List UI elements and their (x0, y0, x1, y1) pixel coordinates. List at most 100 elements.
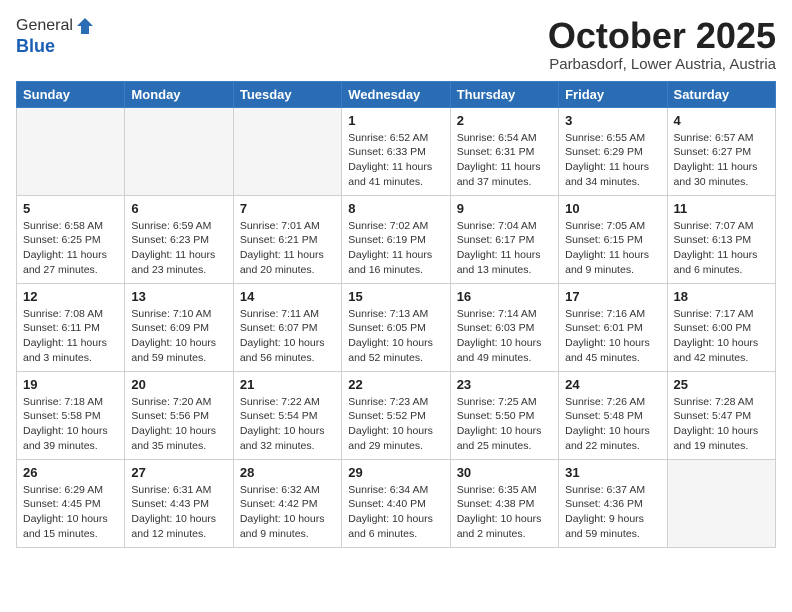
day-info: Sunrise: 7:08 AM Sunset: 6:11 PM Dayligh… (23, 307, 118, 366)
day-number: 12 (23, 289, 118, 304)
calendar-table: Sunday Monday Tuesday Wednesday Thursday… (16, 81, 776, 548)
day-cell-2-2: 14 Sunrise: 7:11 AM Sunset: 6:07 PM Dayli… (233, 283, 341, 371)
day-cell-3-5: 24Sunrise: 7:26 AM Sunset: 5:48 PM Dayli… (559, 371, 667, 459)
logo-icon (75, 16, 95, 36)
title-block: October 2025 Parbasdorf, Lower Austria, … (548, 16, 776, 73)
week-row-1: 1 Sunrise: 6:52 AM Sunset: 6:33 PM Daylig… (17, 107, 776, 195)
month-title: October 2025 (548, 16, 776, 56)
day-cell-1-5: 10Sunrise: 7:05 AM Sunset: 6:15 PM Dayli… (559, 195, 667, 283)
day-number: 21 (240, 377, 335, 392)
day-cell-3-4: 23Sunrise: 7:25 AM Sunset: 5:50 PM Dayli… (450, 371, 558, 459)
day-cell-1-1: 6 Sunrise: 6:59 AM Sunset: 6:23 PM Daylig… (125, 195, 233, 283)
day-info: Sunrise: 7:26 AM Sunset: 5:48 PM Dayligh… (565, 395, 660, 454)
logo: General Blue (16, 16, 95, 57)
day-number: 27 (131, 465, 226, 480)
day-info: Sunrise: 7:02 AM Sunset: 6:19 PM Dayligh… (348, 219, 443, 278)
day-number: 2 (457, 113, 552, 128)
day-info: Sunrise: 6:37 AM Sunset: 4:36 PM Dayligh… (565, 483, 660, 542)
day-number: 31 (565, 465, 660, 480)
day-cell-4-5: 31 Sunrise: 6:37 AM Sunset: 4:36 PM Dayli… (559, 459, 667, 547)
day-cell-4-0: 26 Sunrise: 6:29 AM Sunset: 4:45 PM Dayli… (17, 459, 125, 547)
day-info: Sunrise: 7:18 AM Sunset: 5:58 PM Dayligh… (23, 395, 118, 454)
day-cell-0-0 (17, 107, 125, 195)
day-cell-1-6: 11Sunrise: 7:07 AM Sunset: 6:13 PM Dayli… (667, 195, 775, 283)
day-info: Sunrise: 7:07 AM Sunset: 6:13 PM Dayligh… (674, 219, 769, 278)
logo-blue-text: Blue (16, 36, 55, 56)
day-cell-3-0: 19 Sunrise: 7:18 AM Sunset: 5:58 PM Dayli… (17, 371, 125, 459)
day-cell-3-3: 22Sunrise: 7:23 AM Sunset: 5:52 PM Dayli… (342, 371, 450, 459)
day-info: Sunrise: 7:22 AM Sunset: 5:54 PM Dayligh… (240, 395, 335, 454)
day-info: Sunrise: 6:31 AM Sunset: 4:43 PM Dayligh… (131, 483, 226, 542)
day-info: Sunrise: 7:10 AM Sunset: 6:09 PM Dayligh… (131, 307, 226, 366)
day-info: Sunrise: 6:32 AM Sunset: 4:42 PM Dayligh… (240, 483, 335, 542)
day-cell-0-3: 1 Sunrise: 6:52 AM Sunset: 6:33 PM Daylig… (342, 107, 450, 195)
header-wednesday: Wednesday (342, 81, 450, 107)
day-number: 5 (23, 201, 118, 216)
day-cell-4-3: 29Sunrise: 6:34 AM Sunset: 4:40 PM Dayli… (342, 459, 450, 547)
day-cell-1-2: 7 Sunrise: 7:01 AM Sunset: 6:21 PM Daylig… (233, 195, 341, 283)
day-info: Sunrise: 6:59 AM Sunset: 6:23 PM Dayligh… (131, 219, 226, 278)
week-row-5: 26 Sunrise: 6:29 AM Sunset: 4:45 PM Dayli… (17, 459, 776, 547)
day-cell-0-5: 3Sunrise: 6:55 AM Sunset: 6:29 PM Daylig… (559, 107, 667, 195)
calendar-container: General Blue October 2025 Parbasdorf, Lo… (0, 0, 792, 558)
day-info: Sunrise: 7:14 AM Sunset: 6:03 PM Dayligh… (457, 307, 552, 366)
location-title: Parbasdorf, Lower Austria, Austria (548, 56, 776, 73)
day-info: Sunrise: 6:52 AM Sunset: 6:33 PM Dayligh… (348, 131, 443, 190)
day-cell-1-0: 5 Sunrise: 6:58 AM Sunset: 6:25 PM Daylig… (17, 195, 125, 283)
day-info: Sunrise: 7:20 AM Sunset: 5:56 PM Dayligh… (131, 395, 226, 454)
day-cell-0-4: 2 Sunrise: 6:54 AM Sunset: 6:31 PM Daylig… (450, 107, 558, 195)
day-number: 7 (240, 201, 335, 216)
day-info: Sunrise: 6:58 AM Sunset: 6:25 PM Dayligh… (23, 219, 118, 278)
day-cell-2-4: 16 Sunrise: 7:14 AM Sunset: 6:03 PM Dayli… (450, 283, 558, 371)
day-cell-2-1: 13 Sunrise: 7:10 AM Sunset: 6:09 PM Dayli… (125, 283, 233, 371)
day-number: 14 (240, 289, 335, 304)
day-number: 1 (348, 113, 443, 128)
header-sunday: Sunday (17, 81, 125, 107)
day-number: 6 (131, 201, 226, 216)
day-cell-4-6 (667, 459, 775, 547)
day-info: Sunrise: 6:35 AM Sunset: 4:38 PM Dayligh… (457, 483, 552, 542)
day-info: Sunrise: 7:25 AM Sunset: 5:50 PM Dayligh… (457, 395, 552, 454)
day-cell-4-2: 28 Sunrise: 6:32 AM Sunset: 4:42 PM Dayli… (233, 459, 341, 547)
day-info: Sunrise: 7:01 AM Sunset: 6:21 PM Dayligh… (240, 219, 335, 278)
day-number: 29 (348, 465, 443, 480)
day-number: 10 (565, 201, 660, 216)
week-row-2: 5 Sunrise: 6:58 AM Sunset: 6:25 PM Daylig… (17, 195, 776, 283)
day-number: 25 (674, 377, 769, 392)
day-number: 20 (131, 377, 226, 392)
day-cell-0-6: 4Sunrise: 6:57 AM Sunset: 6:27 PM Daylig… (667, 107, 775, 195)
day-number: 26 (23, 465, 118, 480)
header-thursday: Thursday (450, 81, 558, 107)
day-number: 8 (348, 201, 443, 216)
day-info: Sunrise: 7:11 AM Sunset: 6:07 PM Dayligh… (240, 307, 335, 366)
day-info: Sunrise: 6:29 AM Sunset: 4:45 PM Dayligh… (23, 483, 118, 542)
day-number: 22 (348, 377, 443, 392)
day-number: 16 (457, 289, 552, 304)
day-info: Sunrise: 7:04 AM Sunset: 6:17 PM Dayligh… (457, 219, 552, 278)
day-cell-2-5: 17 Sunrise: 7:16 AM Sunset: 6:01 PM Dayli… (559, 283, 667, 371)
day-cell-0-1 (125, 107, 233, 195)
header-friday: Friday (559, 81, 667, 107)
day-number: 28 (240, 465, 335, 480)
week-row-4: 19 Sunrise: 7:18 AM Sunset: 5:58 PM Dayli… (17, 371, 776, 459)
day-number: 9 (457, 201, 552, 216)
day-info: Sunrise: 7:28 AM Sunset: 5:47 PM Dayligh… (674, 395, 769, 454)
day-info: Sunrise: 7:17 AM Sunset: 6:00 PM Dayligh… (674, 307, 769, 366)
day-info: Sunrise: 7:16 AM Sunset: 6:01 PM Dayligh… (565, 307, 660, 366)
day-cell-1-3: 8 Sunrise: 7:02 AM Sunset: 6:19 PM Daylig… (342, 195, 450, 283)
header-monday: Monday (125, 81, 233, 107)
day-info: Sunrise: 6:55 AM Sunset: 6:29 PM Dayligh… (565, 131, 660, 190)
day-number: 30 (457, 465, 552, 480)
header: General Blue October 2025 Parbasdorf, Lo… (16, 16, 776, 73)
day-cell-2-3: 15Sunrise: 7:13 AM Sunset: 6:05 PM Dayli… (342, 283, 450, 371)
day-info: Sunrise: 6:54 AM Sunset: 6:31 PM Dayligh… (457, 131, 552, 190)
week-row-3: 12 Sunrise: 7:08 AM Sunset: 6:11 PM Dayli… (17, 283, 776, 371)
day-number: 13 (131, 289, 226, 304)
header-tuesday: Tuesday (233, 81, 341, 107)
day-number: 17 (565, 289, 660, 304)
day-info: Sunrise: 6:57 AM Sunset: 6:27 PM Dayligh… (674, 131, 769, 190)
day-info: Sunrise: 7:13 AM Sunset: 6:05 PM Dayligh… (348, 307, 443, 366)
day-cell-2-6: 18Sunrise: 7:17 AM Sunset: 6:00 PM Dayli… (667, 283, 775, 371)
weekday-header-row: Sunday Monday Tuesday Wednesday Thursday… (17, 81, 776, 107)
day-number: 19 (23, 377, 118, 392)
